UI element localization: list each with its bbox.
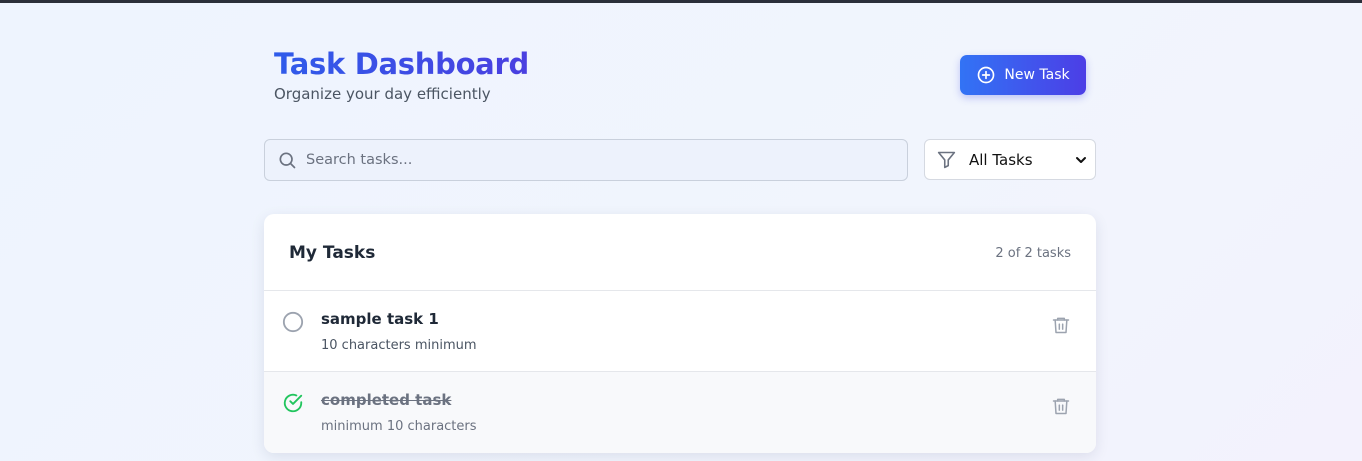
filter-select[interactable]: All Tasks: [924, 139, 1096, 180]
new-task-button[interactable]: New Task: [960, 55, 1086, 95]
trash-icon[interactable]: [1051, 396, 1071, 416]
tasks-card-header: My Tasks 2 of 2 tasks: [264, 214, 1096, 291]
header: Task Dashboard Organize your day efficie…: [264, 3, 1096, 139]
task-description: 10 characters minimum: [321, 338, 477, 353]
task-title: completed task: [321, 391, 452, 409]
dashboard-container: Task Dashboard Organize your day efficie…: [264, 3, 1096, 453]
task-title: sample task 1: [321, 310, 439, 328]
tasks-card: My Tasks 2 of 2 tasks sample task 1 10 c…: [264, 214, 1096, 453]
new-task-label: New Task: [1004, 67, 1070, 83]
trash-icon[interactable]: [1051, 315, 1071, 335]
circle-icon[interactable]: [282, 311, 304, 333]
filter-selected-value: All Tasks: [969, 150, 1033, 169]
search-input[interactable]: [306, 152, 907, 168]
tasks-card-title: My Tasks: [289, 243, 376, 263]
search-icon: [279, 152, 296, 169]
task-item-completed: completed task minimum 10 characters: [264, 372, 1096, 453]
check-circle-icon[interactable]: [282, 392, 304, 414]
task-description: minimum 10 characters: [321, 419, 477, 434]
search-box: [264, 139, 908, 181]
task-count: 2 of 2 tasks: [995, 246, 1071, 261]
task-item: sample task 1 10 characters minimum: [264, 291, 1096, 372]
page-title: Task Dashboard: [274, 47, 529, 81]
filter-icon: [937, 151, 956, 169]
plus-circle-icon: [978, 66, 995, 84]
chevron-down-icon: [1076, 156, 1086, 163]
page-subtitle: Organize your day efficiently: [274, 85, 491, 103]
